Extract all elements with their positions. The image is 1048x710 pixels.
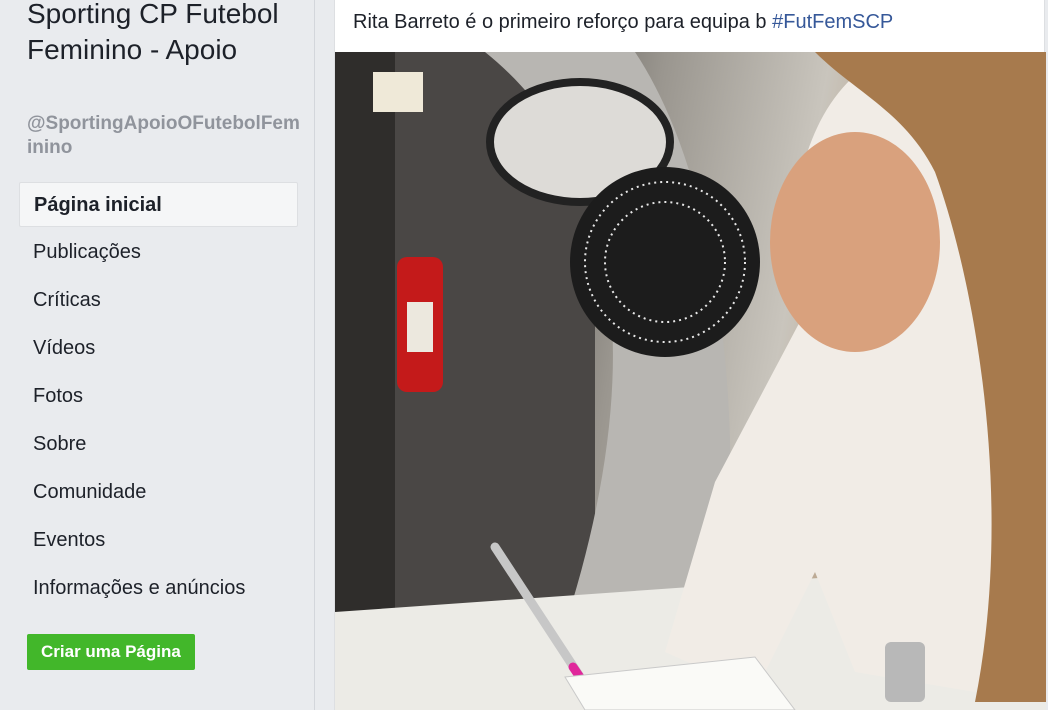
nav-item-sobre[interactable]: Sobre [19,422,298,470]
post-message-text: Rita Barreto é o primeiro reforço para e… [353,11,773,33]
nav-item-criticas[interactable]: Críticas [19,278,298,326]
wall-disc [570,167,760,357]
nav-item-publicacoes[interactable]: Publicações [19,230,298,278]
post-message: Rita Barreto é o primeiro reforço para e… [353,8,893,36]
create-page-button[interactable]: Criar uma Página [27,634,195,670]
safety-sign [373,72,423,112]
page-title[interactable]: Sporting CP Futebol Feminino - Apoio [27,0,297,68]
page-sidebar: Sporting CP Futebol Feminino - Apoio @Sp… [0,0,315,710]
post-photo-illustration [335,52,1046,710]
wrist-watch [885,642,925,702]
page-username[interactable]: @SportingApoioOFutebolFeminino [27,112,302,160]
nav-item-pagina-inicial[interactable]: Página inicial [19,182,298,227]
person-face [770,132,940,352]
hashtag-link[interactable]: #FutFemSCP [772,11,893,33]
post-photo[interactable] [335,52,1046,710]
nav-item-eventos[interactable]: Eventos [19,518,298,566]
page-nav: Página inicial Publicações Críticas Víde… [19,182,298,614]
nav-item-comunidade[interactable]: Comunidade [19,470,298,518]
post-card: Rita Barreto é o primeiro reforço para e… [334,0,1046,710]
nav-item-fotos[interactable]: Fotos [19,374,298,422]
nav-item-informacoes-anuncios[interactable]: Informações e anúncios [19,566,298,614]
extinguisher-label [407,302,433,352]
nav-item-videos[interactable]: Vídeos [19,326,298,374]
